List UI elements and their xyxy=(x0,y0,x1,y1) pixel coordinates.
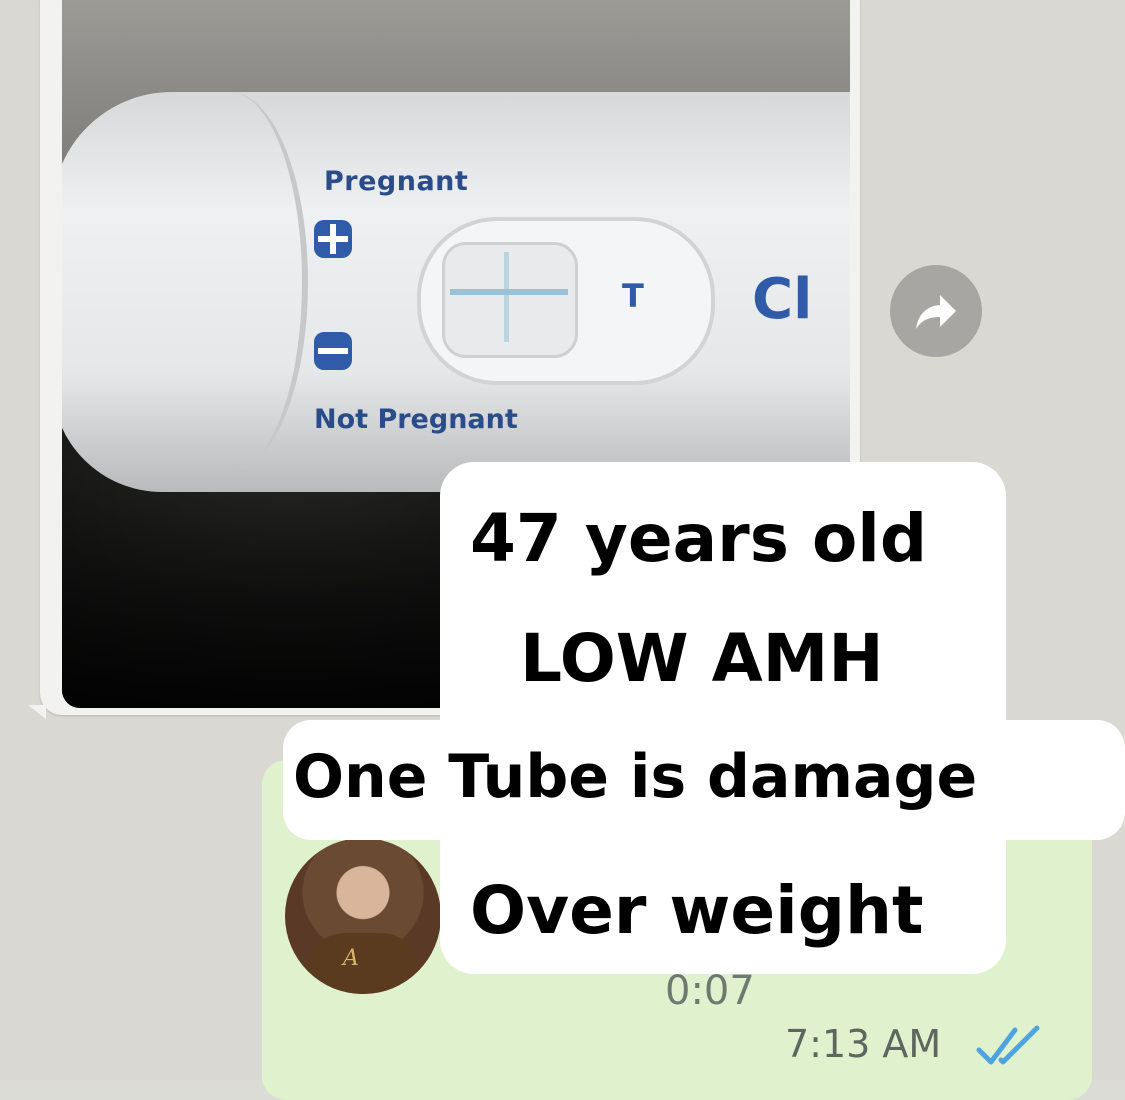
overlay-line-tube: One Tube is damage xyxy=(293,742,978,812)
forward-arrow-icon xyxy=(916,295,956,329)
avatar[interactable]: A xyxy=(285,838,441,994)
pregnant-label: Pregnant xyxy=(324,166,469,197)
voice-duration: 0:07 xyxy=(665,968,755,1014)
message-time: 7:13 AM xyxy=(785,1022,942,1066)
t-mark: T xyxy=(622,277,644,315)
forward-button[interactable] xyxy=(890,265,982,357)
control-line xyxy=(504,252,509,342)
result-window xyxy=(442,242,578,358)
test-stick: Pregnant Not Pregnant T Cl xyxy=(62,92,850,492)
bubble-tail xyxy=(28,705,46,719)
overlay-line-age: 47 years old xyxy=(470,500,928,577)
overlay-line-amh: LOW AMH xyxy=(520,620,884,697)
minus-icon xyxy=(314,332,352,370)
double-check-icon xyxy=(976,1025,1040,1065)
test-line xyxy=(450,289,568,295)
plus-icon xyxy=(314,220,352,258)
overlay-line-weight: Over weight xyxy=(470,872,924,949)
brand-text: Cl xyxy=(752,267,813,332)
test-stick-grip xyxy=(152,92,308,472)
avatar-logo: A xyxy=(343,946,359,971)
not-pregnant-label: Not Pregnant xyxy=(314,404,518,435)
avatar-shirt xyxy=(305,933,421,994)
